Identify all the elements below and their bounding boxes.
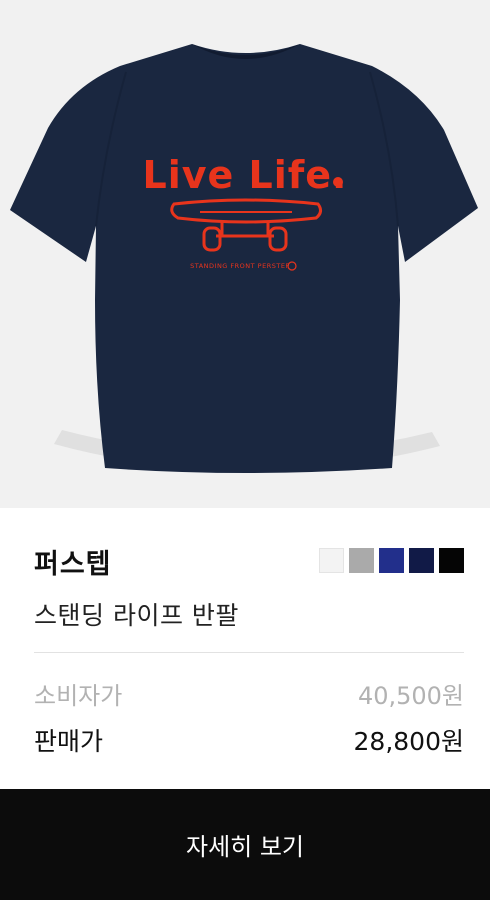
tshirt-shape (10, 44, 478, 473)
tshirt-illustration: Live Life. STANDING FRONT PERSTEP (10, 44, 478, 473)
view-details-button[interactable]: 자세히 보기 (0, 789, 490, 900)
print-caption: STANDING FRONT PERSTEP (190, 262, 290, 270)
sale-price-label: 판매가 (34, 727, 104, 756)
retail-price-label: 소비자가 (34, 682, 123, 710)
color-swatch-black[interactable] (439, 548, 464, 573)
color-swatch-navy[interactable] (409, 548, 434, 573)
product-name: 스탠딩 라이프 반팔 (34, 601, 239, 630)
view-details-label: 자세히 보기 (185, 833, 305, 861)
color-swatch-royal-blue[interactable] (379, 548, 404, 573)
sale-price-row: 판매가 28,800원 (34, 722, 464, 758)
brand-name: 퍼스텝 (34, 549, 112, 580)
color-swatch-gray[interactable] (349, 548, 374, 573)
color-swatches (319, 548, 464, 573)
product-image[interactable]: Live Life. STANDING FRONT PERSTEP (0, 0, 490, 508)
sale-price-value: 28,800원 (353, 727, 464, 756)
color-swatch-white[interactable] (319, 548, 344, 573)
retail-price-row: 소비자가 40,500원 (34, 676, 464, 711)
retail-price-value: 40,500원 (357, 682, 464, 710)
divider (34, 652, 464, 653)
print-title: Live Life. (143, 153, 348, 197)
